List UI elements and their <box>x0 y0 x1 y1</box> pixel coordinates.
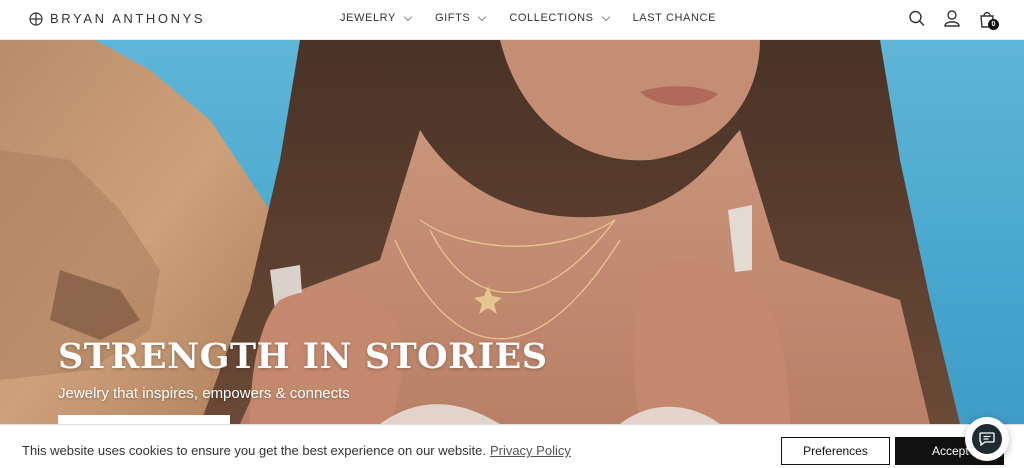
nav-item-jewelry[interactable]: JEWELRY <box>340 12 413 24</box>
chat-button[interactable] <box>965 417 1009 461</box>
globe-logo-icon <box>29 11 43 26</box>
cookie-message-text: This website uses cookies to ensure you … <box>22 443 486 458</box>
chevron-down-icon <box>478 12 487 21</box>
cart-count-badge: 0 <box>988 19 999 30</box>
header-icons: 0 <box>908 9 999 30</box>
preferences-button[interactable]: Preferences <box>781 437 890 465</box>
nav-label: COLLECTIONS <box>509 12 594 24</box>
hero-title: STRENGTH IN STORIES <box>58 336 548 377</box>
nav-item-gifts[interactable]: GIFTS <box>434 12 487 24</box>
site-header: BRYAN ANTHONYS JEWELRY GIFTS COLLECTIONS… <box>0 0 1024 40</box>
search-icon[interactable] <box>908 9 926 29</box>
nav-label: LAST CHANCE <box>632 12 717 24</box>
hero-banner: STRENGTH IN STORIES Jewelry that inspire… <box>0 40 1024 424</box>
chevron-down-icon <box>403 12 413 21</box>
nav-item-last-chance[interactable]: LAST CHANCE <box>633 12 716 24</box>
nav-item-collections[interactable]: COLLECTIONS <box>509 12 610 24</box>
cookie-banner: This website uses cookies to ensure you … <box>0 424 1024 468</box>
brand-logo[interactable]: BRYAN ANTHONYS <box>29 11 205 26</box>
user-icon[interactable] <box>943 9 961 29</box>
nav-label: JEWELRY <box>340 12 396 24</box>
privacy-policy-link[interactable]: Privacy Policy <box>490 443 571 458</box>
cookie-message: This website uses cookies to ensure you … <box>22 443 571 458</box>
hero-subtitle: Jewelry that inspires, empowers & connec… <box>58 385 350 402</box>
brand-name: BRYAN ANTHONYS <box>50 11 206 26</box>
chevron-down-icon <box>601 12 610 21</box>
chat-icon <box>972 424 1002 454</box>
nav-label: GIFTS <box>434 12 471 24</box>
shopping-bag-icon[interactable]: 0 <box>978 9 999 30</box>
hero-cta-button[interactable] <box>58 415 230 424</box>
main-nav: JEWELRY GIFTS COLLECTIONS LAST CHANCE <box>340 12 716 24</box>
